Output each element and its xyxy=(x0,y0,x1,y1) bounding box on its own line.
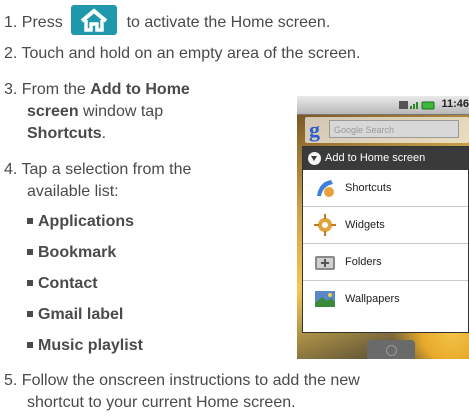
bullet-icon xyxy=(27,248,33,255)
bullet-icon xyxy=(27,217,33,224)
step-text: Tap a selection from the xyxy=(21,161,192,178)
wallpapers-icon xyxy=(315,291,335,307)
status-time: 11:46 xyxy=(441,98,469,110)
list-item: Gmail label xyxy=(27,305,123,325)
step-text: shortcut to your current Home screen. xyxy=(27,394,296,411)
step-text: window tap xyxy=(83,103,164,120)
app-drawer-tab[interactable] xyxy=(367,340,415,359)
step-text: to activate the Home screen. xyxy=(126,14,331,32)
signal-icon xyxy=(399,101,435,110)
list-item-label: Contact xyxy=(38,275,98,292)
step-text: Follow the onscreen instructions to add … xyxy=(21,372,360,389)
bullet-icon xyxy=(27,341,33,348)
folders-icon xyxy=(315,256,335,270)
dialog-title: Add to Home screen xyxy=(303,147,468,170)
list-item-label: Gmail label xyxy=(38,306,124,323)
step-number: 1. xyxy=(4,14,18,32)
menu-item-label: Wallpapers xyxy=(345,293,400,305)
shortcuts-icon xyxy=(317,180,334,197)
menu-item-wallpapers[interactable]: Wallpapers xyxy=(303,281,468,317)
google-search-widget[interactable]: g Google Search xyxy=(305,117,469,143)
menu-item-label: Widgets xyxy=(345,219,385,231)
chevron-down-circle-icon xyxy=(308,152,321,165)
menu-item-label: Folders xyxy=(345,256,382,268)
add-to-home-dialog: Add to Home screen Shortcuts Widgets Fol… xyxy=(302,146,469,333)
step-text: Touch and hold on an empty area of the s… xyxy=(21,45,361,62)
step-text: available list: xyxy=(27,183,119,200)
widgets-icon xyxy=(314,214,336,236)
menu-item-widgets[interactable]: Widgets xyxy=(303,207,468,244)
dialog-title-text: Add to Home screen xyxy=(325,152,426,164)
list-item: Bookmark xyxy=(27,243,116,263)
step-number: 5. xyxy=(4,372,18,389)
step-3-line-3: Shortcuts. xyxy=(27,123,106,145)
status-bar: 11:46 xyxy=(297,96,469,115)
search-input[interactable]: Google Search xyxy=(329,120,459,138)
menu-item-folders[interactable]: Folders xyxy=(303,244,468,281)
step-text: . xyxy=(101,125,107,142)
step-number: 4. xyxy=(4,161,18,178)
step-text: From the xyxy=(21,81,86,98)
step-text-bold: Add to Home xyxy=(90,81,190,98)
step-2: 2. Touch and hold on an empty area of th… xyxy=(4,43,360,65)
drawer-icon xyxy=(386,345,397,356)
step-1: 1. Press to activate the Home screen. xyxy=(4,5,331,38)
list-item: Music playlist xyxy=(27,336,143,356)
bullet-icon xyxy=(27,279,33,286)
list-item: Contact xyxy=(27,274,98,294)
step-text: Press xyxy=(21,14,63,32)
step-number: 3. xyxy=(4,81,18,98)
phone-screenshot: 11:46 g Google Search Add to Home screen… xyxy=(297,96,469,359)
menu-item-label: Shortcuts xyxy=(345,182,392,194)
step-text-bold: screen xyxy=(27,103,79,120)
list-item-label: Applications xyxy=(38,213,135,230)
step-number: 2. xyxy=(4,45,18,62)
step-text-bold: Shortcuts xyxy=(27,125,102,142)
step-5-line-1: 5. Follow the onscreen instructions to a… xyxy=(4,370,360,392)
home-key-icon xyxy=(71,5,118,35)
step-4-line-2: available list: xyxy=(27,181,119,203)
menu-item-shortcuts[interactable]: Shortcuts xyxy=(303,170,468,207)
list-item-label: Bookmark xyxy=(38,244,117,261)
google-logo: g xyxy=(309,117,320,142)
list-item-label: Music playlist xyxy=(38,337,143,354)
step-4-line-1: 4. Tap a selection from the xyxy=(4,159,191,181)
list-item: Applications xyxy=(27,212,134,232)
step-5-line-2: shortcut to your current Home screen. xyxy=(27,392,296,414)
step-3-line-2: screen window tap xyxy=(27,101,163,123)
bullet-icon xyxy=(27,310,33,317)
step-3-line-1: 3. From the Add to Home xyxy=(4,79,190,101)
